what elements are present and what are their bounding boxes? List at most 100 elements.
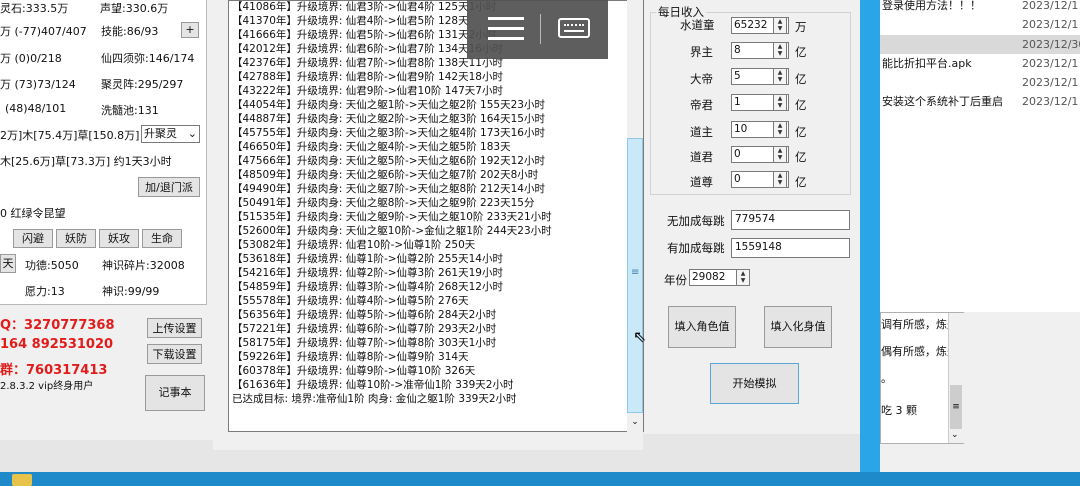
log-line: 【57221年】升级境界: 仙尊6阶->仙尊7阶 293天2小时 [232, 323, 497, 335]
file-row[interactable]: 能比折扣平台.apk 2023/12/1 [880, 54, 1080, 73]
spinner-icon[interactable]: ▲ ▼ [773, 171, 787, 188]
stat-xumi: 仙四须弥:146/174 [101, 52, 195, 65]
scroll-down-icon[interactable]: ⌄ [951, 430, 959, 440]
spinner-icon[interactable]: ▲ ▼ [773, 17, 787, 34]
file-name: 安装这个系统补丁后重启 [882, 95, 1003, 108]
grip-icon[interactable]: ≡ [950, 385, 962, 429]
file-row[interactable]: 安装这个系统补丁后重启 2023/12/1 [880, 92, 1080, 111]
log-line: 【43222年】升级境界: 仙君9阶->仙君10阶 147天7小时 [232, 85, 503, 97]
log-line: 【51535年】升级肉身: 天仙之躯9阶->天仙之躯10阶 233天21小时 [232, 211, 552, 223]
version-label: 2.8.3.2 vip终身用户 [0, 381, 94, 392]
income-label: 道君 [690, 150, 713, 164]
log-line: 【56356年】升级境界: 仙尊5阶->仙尊6阶 284天2小时 [232, 309, 497, 321]
fill-role-button[interactable]: 填入角色值 [668, 306, 736, 348]
bonus-field[interactable]: 1559148 [731, 238, 850, 258]
stat-row: 万 (0)0/218 [0, 52, 62, 65]
note-textbox[interactable]: 调有所感，炼丹 偶有所感，炼丹 。 吃 3 颗 ≡ ⌄ [880, 312, 964, 444]
stat-pool: 洗髓池:131 [101, 104, 159, 117]
note-line: 吃 3 颗 [881, 404, 917, 417]
day-button[interactable]: 天 [0, 254, 16, 273]
tab-life[interactable]: 生命 [142, 229, 182, 248]
note-scrollbar[interactable]: ≡ ⌄ [948, 313, 964, 443]
log-line: 【41370年】升级境界: 仙君4阶->仙君5阶 128天 [232, 15, 469, 27]
menu-icon[interactable] [488, 17, 524, 41]
note-line: 。 [881, 372, 892, 385]
year-label: 年份 [664, 273, 687, 287]
log-line: 【54216年】升级境界: 仙尊2阶->仙尊3阶 261天19小时 [232, 267, 503, 279]
stat-row: (48)48/101 [5, 102, 67, 115]
file-row[interactable]: 2023/12/1 [880, 73, 1080, 92]
upgrade-select[interactable]: 升聚灵 ⌄ [141, 125, 200, 143]
upload-settings-button[interactable]: 上传设置 [147, 318, 202, 338]
year-input[interactable]: 29082 [689, 269, 737, 286]
log-line: 【61636年】升级境界: 仙尊10阶->准帝仙1阶 339天2小时 [232, 379, 514, 391]
notepad-button[interactable]: 记事本 [145, 375, 205, 411]
log-line: 【58175年】升级境界: 仙尊7阶->仙尊8阶 303天1小时 [232, 337, 497, 349]
spinner-icon[interactable]: ▲ ▼ [773, 121, 787, 138]
income-label: 水道童 [680, 18, 715, 32]
stat-gather-array: 聚灵阵:295/297 [101, 78, 184, 91]
log-scrollbar-thumb[interactable]: ≡ [627, 138, 643, 413]
fill-avatar-button[interactable]: 填入化身值 [764, 306, 832, 348]
stat-merit: 功德:5050 [25, 259, 79, 272]
no-bonus-label: 无加成每跳 [667, 214, 725, 228]
tab-demon-attack[interactable]: 妖攻 [99, 229, 139, 248]
income-unit: 亿 [795, 98, 807, 112]
stat-spirit-stone: 灵石:333.5万 [0, 2, 69, 15]
log-line: 【42376年】升级境界: 仙君7阶->仙君8阶 138天11小时 [232, 57, 503, 69]
income-label: 界主 [690, 45, 713, 59]
spinner-icon[interactable]: ▲ ▼ [736, 269, 750, 286]
log-line: 【53082年】升级境界: 仙君10阶->仙尊1阶 250天 [232, 239, 476, 251]
income-unit: 万 [795, 20, 807, 34]
taskbar [0, 472, 1080, 486]
scroll-down-icon[interactable]: ⌄ [627, 414, 643, 431]
floating-toolbar [467, 0, 608, 59]
income-label: 大帝 [690, 72, 713, 86]
file-name: 能比折扣平台.apk [882, 57, 972, 70]
income-unit: 亿 [795, 175, 807, 189]
add-button[interactable]: + [181, 22, 199, 38]
download-settings-button[interactable]: 下载设置 [147, 344, 202, 364]
tab-demon-defense[interactable]: 妖防 [56, 229, 96, 248]
log-line: 【44054年】升级肉身: 天仙之躯1阶->天仙之躯2阶 155天23小时 [232, 99, 545, 111]
log-line: 【44887年】升级肉身: 天仙之躯2阶->天仙之躯3阶 164天15小时 [232, 113, 545, 125]
keyboard-icon[interactable] [558, 18, 590, 38]
file-row[interactable]: 登录使用方法！！！ 2023/12/1 [880, 0, 1080, 15]
file-date: 2023/12/30 [1022, 38, 1080, 51]
file-date: 2023/12/1 [1022, 57, 1079, 70]
log-line: 【50491年】升级肉身: 天仙之躯8阶->天仙之躯9阶 223天15分 [232, 197, 535, 209]
join-sect-button[interactable]: 加/退门派 [138, 177, 200, 197]
stat-resources: 2万]木[75.4万]草[150.8万] [0, 129, 140, 142]
app-icon[interactable] [12, 474, 32, 486]
window-border [860, 0, 880, 480]
file-date: 2023/12/1 [1022, 0, 1079, 12]
stat-divine-sense: 神识:99/99 [102, 285, 160, 298]
log-line: 【47566年】升级肉身: 天仙之躯5阶->天仙之躯6阶 192天12小时 [232, 155, 545, 167]
log-line: 【49490年】升级肉身: 天仙之躯7阶->天仙之躯8阶 212天14小时 [232, 183, 545, 195]
file-date: 2023/12/1 [1022, 76, 1079, 89]
log-line: 【60378年】升级境界: 仙尊9阶->仙尊10阶 326天 [232, 365, 476, 377]
log-line: 【42788年】升级境界: 仙君8阶->仙君9阶 142天18小时 [232, 71, 503, 83]
upgrade-select-value: 升聚灵 [144, 127, 177, 140]
log-line: 【52600年】升级肉身: 天仙之躯10阶->金仙之躯1阶 244天23小时 [232, 225, 552, 237]
log-textbox[interactable]: 【41086年】升级境界: 仙君3阶->仙君4阶 125天1小时 【41370年… [228, 0, 644, 432]
spinner-icon[interactable]: ▲ ▼ [773, 94, 787, 111]
contact-phone: 164 892531020 [0, 337, 114, 352]
bonus-label: 有加成每跳 [667, 241, 725, 255]
tab-dodge[interactable]: 闪避 [13, 229, 53, 248]
file-row[interactable]: 2023/12/30 [880, 35, 1080, 54]
log-line: 【41086年】升级境界: 仙君3阶->仙君4阶 125天1小时 [232, 1, 497, 13]
log-line: 【48509年】升级肉身: 天仙之躯6阶->天仙之躯7阶 202天8小时 [232, 169, 539, 181]
no-bonus-field[interactable]: 779574 [731, 210, 850, 230]
stat-row: 万 (73)73/124 [0, 78, 76, 91]
note-line: 偶有所感，炼丹 [881, 345, 958, 358]
log-line: 【59226年】升级境界: 仙尊8阶->仙尊9阶 314天 [232, 351, 469, 363]
start-simulation-button[interactable]: 开始模拟 [710, 363, 799, 404]
spinner-icon[interactable]: ▲ ▼ [773, 68, 787, 85]
spinner-icon[interactable]: ▲ ▼ [773, 42, 787, 59]
income-label: 道尊 [690, 175, 713, 189]
spinner-icon[interactable]: ▲ ▼ [773, 146, 787, 163]
income-label: 帝君 [690, 98, 713, 112]
file-row[interactable]: 2023/12/1 [880, 15, 1080, 34]
log-line: 已达成目标: 境界:准帝仙1阶 肉身: 金仙之躯1阶 339天2小时 [232, 393, 517, 405]
